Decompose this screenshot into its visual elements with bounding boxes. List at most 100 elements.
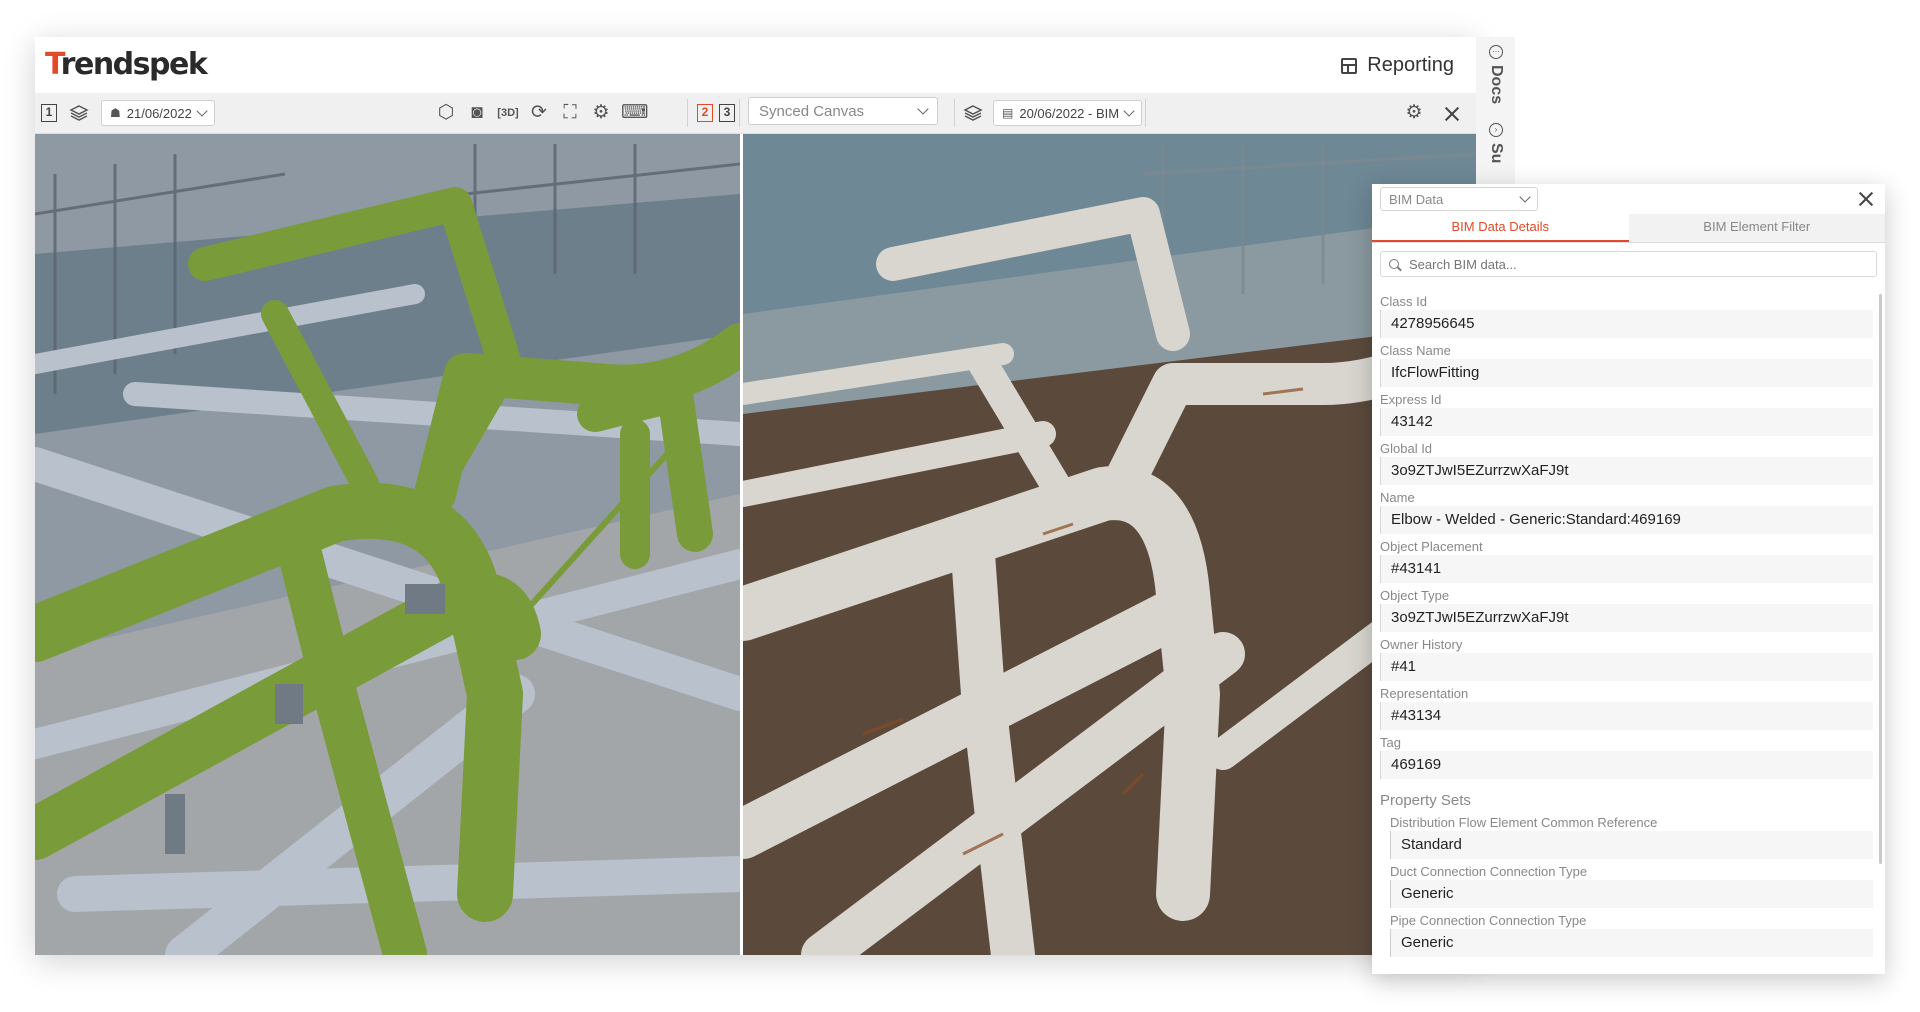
cube-view-icon[interactable]: ⬡ — [435, 102, 457, 124]
reporting-label: Reporting — [1367, 54, 1454, 76]
tab-bim-element-filter[interactable]: BIM Element Filter — [1629, 214, 1886, 242]
field-value: #43141 — [1380, 555, 1873, 583]
canvas-2-button[interactable]: 2 — [697, 104, 713, 122]
field-representation: Representation #43134 — [1380, 686, 1873, 735]
chevron-down-icon — [917, 103, 929, 115]
document-icon: ▤ — [1002, 106, 1014, 120]
field-value: 4278956645 — [1380, 310, 1873, 338]
tab-bim-data-details[interactable]: BIM Data Details — [1372, 214, 1629, 242]
side-tab-second[interactable]: › Su — [1484, 123, 1508, 163]
field-label: Class Name — [1380, 343, 1451, 358]
bim-data-panel: BIM Data BIM Data Details BIM Element Fi… — [1372, 184, 1885, 974]
field-express-id: Express Id 43142 — [1380, 392, 1873, 441]
property-set-item: Duct Connection Connection Type Generic — [1380, 864, 1873, 913]
reality-capture-viewport[interactable] — [743, 134, 1476, 955]
chevron-down-icon — [196, 105, 208, 117]
field-object-type: Object Type 3o9ZTJwI5EZurrzwXaFJ9t — [1380, 588, 1873, 637]
settings-icon[interactable]: ⚙ — [590, 102, 612, 124]
reality-capture-scene — [743, 134, 1476, 955]
camera-icon[interactable]: ◙ — [466, 102, 488, 124]
fullscreen-icon[interactable]: ⛶ — [559, 102, 581, 124]
layers-icon — [69, 105, 89, 121]
reporting-button[interactable]: Reporting — [1341, 54, 1454, 77]
app-window: Trendspek Reporting ⋯ Docs › Su 1 ☗ 21/0… — [35, 37, 1515, 955]
trendspek-logo[interactable]: Trendspek — [45, 47, 208, 82]
field-label: Representation — [1380, 686, 1469, 701]
settings-icon: ⚙ — [1405, 102, 1423, 123]
field-label: Class Id — [1380, 294, 1427, 309]
field-value: 469169 — [1380, 751, 1873, 779]
property-sets-title: Property Sets — [1380, 792, 1471, 809]
viewer-toolbar: 1 ☗ 21/06/2022 ⬡ ◙ [3D] ⟳ ⛶ ⚙ ⌨ 2 3 Sync… — [35, 93, 1476, 134]
header: Trendspek Reporting — [35, 37, 1476, 93]
field-owner-history: Owner History #41 — [1380, 637, 1873, 686]
keyboard-icon[interactable]: ⌨ — [621, 102, 648, 124]
search-icon — [1389, 259, 1399, 269]
right-close-button[interactable] — [1441, 102, 1463, 126]
field-value: Standard — [1390, 831, 1873, 859]
field-value: Elbow - Welded - Generic:Standard:469169 — [1380, 506, 1873, 534]
toolbar-divider — [1145, 99, 1146, 127]
bim-field-list: Class Id 4278956645 Class Name IfcFlowFi… — [1380, 294, 1873, 962]
viewer-tools: ⬡ ◙ [3D] ⟳ ⛶ ⚙ ⌨ — [435, 101, 649, 125]
chevron-down-icon — [1123, 105, 1135, 117]
side-tab-docs-label: Docs — [1488, 65, 1505, 105]
field-label: Tag — [1380, 735, 1401, 750]
bim-panel-close-button[interactable] — [1855, 188, 1877, 210]
layers-icon — [963, 105, 983, 121]
toolbar-divider — [687, 99, 688, 127]
chevron-down-icon — [1519, 191, 1531, 203]
bim-panel-header: BIM Data — [1372, 184, 1885, 214]
field-name: Name Elbow - Welded - Generic:Standard:4… — [1380, 490, 1873, 539]
synced-canvas-select[interactable]: Synced Canvas — [748, 97, 938, 125]
arrow-circle-icon: › — [1489, 123, 1503, 137]
field-class-name: Class Name IfcFlowFitting — [1380, 343, 1873, 392]
field-label: Pipe Connection Connection Type — [1390, 913, 1587, 928]
bim-panel-scrollbar[interactable] — [1879, 294, 1882, 864]
bim-panel-select[interactable]: BIM Data — [1380, 187, 1538, 211]
field-value: 43142 — [1380, 408, 1873, 436]
field-label: Object Type — [1380, 588, 1450, 603]
field-value: 3o9ZTJwI5EZurrzwXaFJ9t — [1380, 457, 1873, 485]
property-set-item: Distribution Flow Element Common Referen… — [1380, 815, 1873, 864]
right-settings-button[interactable]: ⚙ — [1403, 101, 1425, 125]
field-object-placement: Object Placement #43141 — [1380, 539, 1873, 588]
side-tab-docs[interactable]: ⋯ Docs — [1484, 45, 1508, 104]
field-label: Duct Connection Connection Type — [1390, 864, 1588, 879]
layers-left-button[interactable] — [69, 101, 89, 125]
field-label: Distribution Flow Element Common Referen… — [1390, 815, 1658, 830]
right-date-select[interactable]: ▤ 20/06/2022 - BIM — [993, 100, 1143, 126]
field-global-id: Global Id 3o9ZTJwI5EZurrzwXaFJ9t — [1380, 441, 1873, 490]
refresh-icon[interactable]: ⟳ — [528, 102, 550, 124]
logo-text: rendspek — [60, 47, 208, 82]
field-value: #41 — [1380, 653, 1873, 681]
field-value: IfcFlowFitting — [1380, 359, 1873, 387]
canvas-3-button[interactable]: 3 — [719, 104, 735, 122]
canvas-number-buttons: 2 3 — [697, 101, 735, 125]
field-label: Object Placement — [1380, 539, 1483, 554]
property-set-item: Pipe Connection Connection Type Generic — [1380, 913, 1873, 962]
bim-search-box — [1380, 251, 1877, 277]
left-date-value: 21/06/2022 — [126, 105, 192, 121]
bim-panel-select-value: BIM Data — [1389, 191, 1444, 207]
close-icon — [1441, 103, 1463, 125]
left-date-select[interactable]: ☗ 21/06/2022 — [101, 100, 215, 126]
layers-right-button[interactable] — [963, 101, 983, 125]
3d-view-icon[interactable]: [3D] — [497, 102, 519, 124]
bim-panel-tabs: BIM Data Details BIM Element Filter — [1372, 214, 1885, 243]
right-date-value: 20/06/2022 - BIM — [1019, 105, 1120, 121]
side-tabs: ⋯ Docs › Su — [1476, 37, 1515, 197]
field-label: Global Id — [1380, 441, 1433, 456]
drone-icon: ☗ — [110, 106, 121, 120]
synced-canvas-value: Synced Canvas — [759, 102, 865, 120]
field-label: Express Id — [1380, 392, 1442, 407]
bim-model-scene — [35, 134, 740, 955]
side-tab-second-label: Su — [1488, 143, 1505, 164]
bim-model-viewport[interactable] — [35, 134, 740, 955]
field-value: #43134 — [1380, 702, 1873, 730]
docs-circle-icon: ⋯ — [1489, 45, 1503, 59]
field-tag: Tag 469169 — [1380, 735, 1873, 784]
bim-search-input[interactable] — [1407, 255, 1868, 273]
field-label: Owner History — [1380, 637, 1463, 652]
canvas-1-button[interactable]: 1 — [41, 101, 57, 125]
